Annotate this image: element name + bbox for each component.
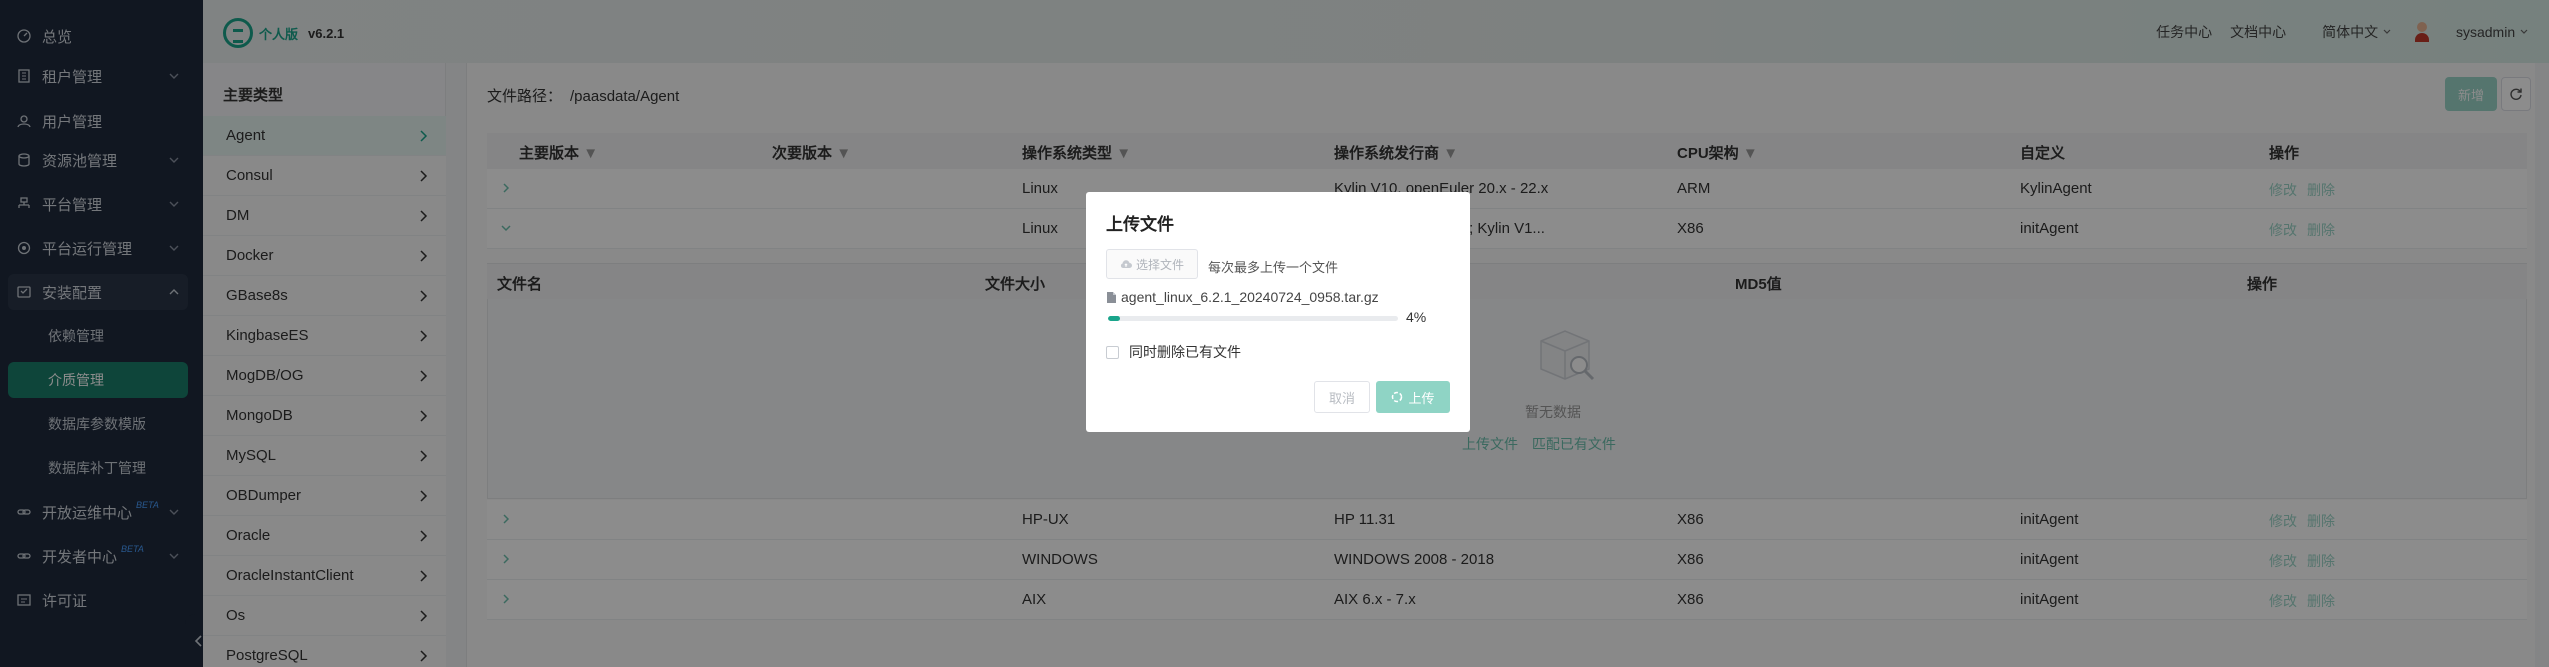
upload-button[interactable]: 上传 [1376, 381, 1450, 413]
delete-existing-option[interactable]: 同时删除已有文件 [1106, 342, 1241, 362]
file-icon [1107, 291, 1116, 303]
choose-file-tip: 每次最多上传一个文件 [1208, 260, 1339, 275]
modal-title: 上传文件 [1106, 215, 1174, 234]
delete-existing-checkbox[interactable] [1106, 345, 1119, 359]
choose-file-button[interactable]: 选择文件 [1106, 249, 1198, 279]
cancel-button[interactable]: 取消 [1314, 381, 1370, 413]
upload-label: 上传 [1408, 390, 1435, 406]
upload-progress-fill [1108, 316, 1120, 321]
file-name: agent_linux_6.2.1_20240724_0958.tar.gz [1121, 289, 1379, 305]
cloud-upload-icon [1120, 260, 1132, 268]
upload-progress-text: 4% [1406, 309, 1427, 325]
choose-file-label: 选择文件 [1135, 257, 1184, 272]
upload-modal: 上传文件 选择文件 每次最多上传一个文件 agent_linux_6.2.1_2… [1086, 192, 1470, 432]
selected-file: agent_linux_6.2.1_20240724_0958.tar.gz [1106, 289, 1379, 305]
loading-icon [1392, 391, 1403, 403]
delete-existing-label: 同时删除已有文件 [1129, 344, 1241, 360]
upload-progress-bar [1108, 316, 1398, 321]
